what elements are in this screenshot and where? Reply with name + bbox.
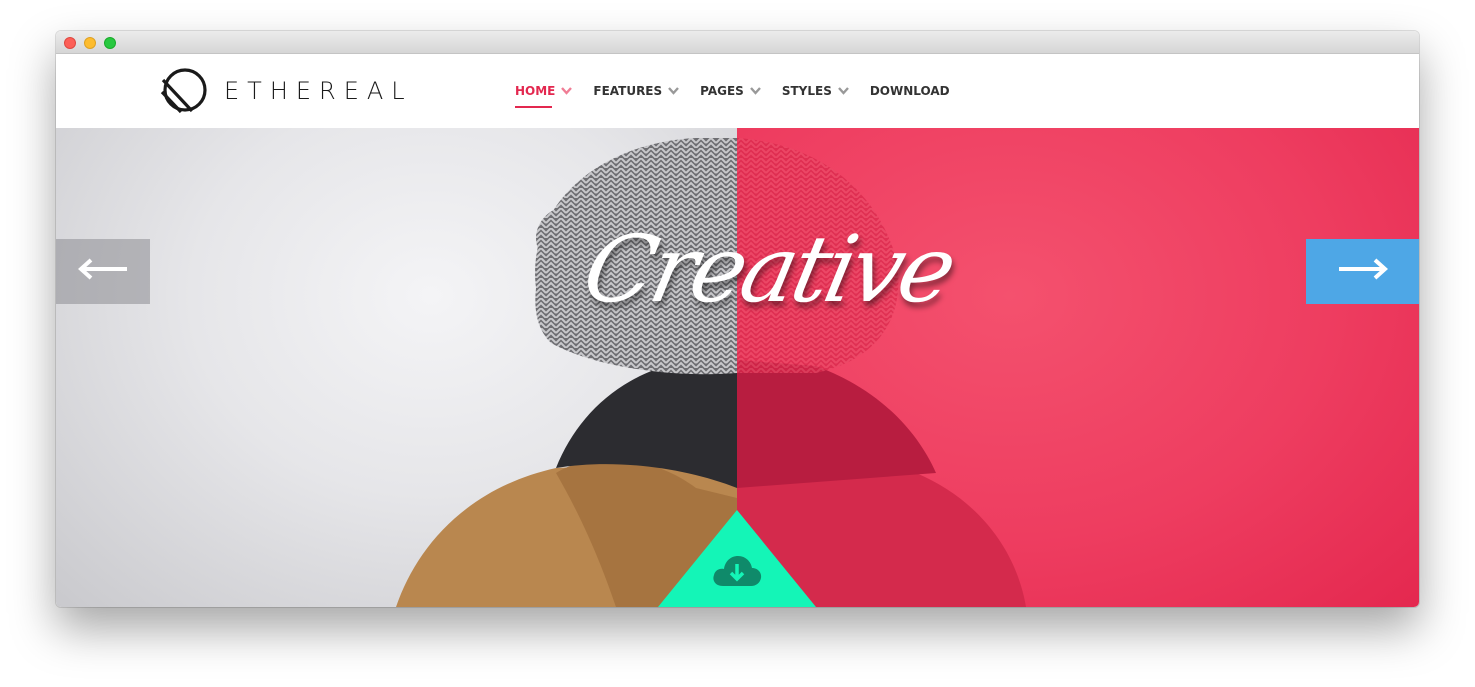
nav-item-label: HOME [515,84,556,98]
nav-item-home[interactable]: HOME [515,54,573,128]
ethereal-logo-icon [160,67,208,115]
site-header: ETHEREAL HOME FEATURES PAGES STYLES DOWN… [56,54,1419,128]
download-triangle-button[interactable] [658,510,816,607]
chevron-down-icon [668,84,680,98]
zoom-window-button[interactable] [104,37,116,49]
nav-item-label: FEATURES [593,84,663,98]
brand-name: ETHEREAL [224,77,413,105]
nav-item-label: PAGES [700,84,744,98]
brand-logo[interactable]: ETHEREAL [160,67,413,115]
hero-headline: Creative [574,216,962,323]
chevron-down-icon [837,84,849,98]
nav-item-label: STYLES [781,84,832,98]
slider-prev-button[interactable] [56,239,150,304]
nav-item-styles[interactable]: STYLES [782,54,849,128]
chevron-down-icon [561,84,573,98]
chevron-down-icon [749,84,761,98]
cloud-download-icon [711,550,763,595]
hero-slider: Creative [56,128,1419,607]
close-window-button[interactable] [64,37,76,49]
arrow-right-icon [1337,257,1389,286]
slider-next-button[interactable] [1306,239,1419,304]
nav-item-label: DOWNLOAD [869,84,950,98]
main-nav: HOME FEATURES PAGES STYLES DOWNLOAD [515,54,971,128]
window-titlebar [56,31,1419,54]
nav-item-download[interactable]: DOWNLOAD [870,54,950,128]
minimize-window-button[interactable] [84,37,96,49]
browser-window: ETHEREAL HOME FEATURES PAGES STYLES DOWN… [56,31,1419,607]
arrow-left-icon [77,257,129,286]
nav-item-features[interactable]: FEATURES [593,54,680,128]
nav-item-pages[interactable]: PAGES [700,54,761,128]
